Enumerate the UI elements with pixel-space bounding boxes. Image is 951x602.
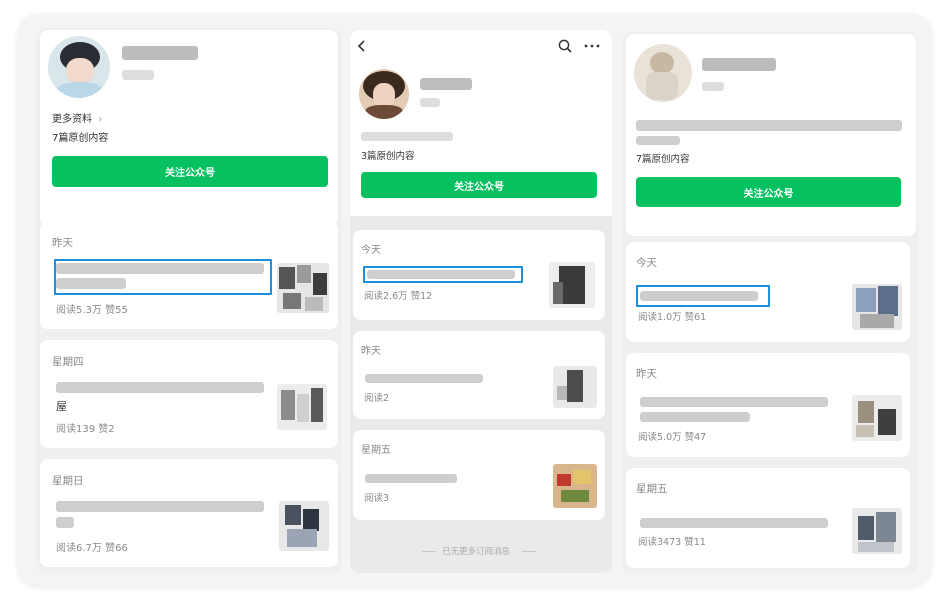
right-article-card-2[interactable]: 昨天 阅读5.0万 赞47: [626, 353, 910, 457]
right-article-3-day: 星期五: [636, 483, 668, 495]
middle-article-1-highlight: [363, 266, 523, 283]
middle-article-3-day: 星期五: [361, 445, 391, 456]
right-article-1-highlight: [636, 285, 770, 307]
left-article-1-day: 昨天: [52, 237, 73, 249]
left-article-card-3[interactable]: 星期日 阅读6.7万 赞66: [40, 459, 338, 567]
right-article-3-stats: 阅读3473 赞11: [638, 537, 706, 548]
left-account-sub: [122, 70, 154, 80]
left-avatar[interactable]: [48, 36, 110, 98]
left-article-3-stats: 阅读6.7万 赞66: [56, 543, 128, 554]
middle-avatar[interactable]: [359, 69, 409, 119]
right-account-name: [702, 58, 776, 71]
middle-article-2-title: [365, 374, 483, 383]
right-article-card-3[interactable]: 星期五 阅读3473 赞11: [626, 468, 910, 568]
left-article-2-title: [56, 382, 264, 393]
middle-article-2-day: 昨天: [361, 346, 381, 357]
middle-profile-card: 3篇原创内容 关注公众号: [350, 30, 612, 216]
right-article-2-thumbnail: [852, 395, 902, 441]
middle-article-3-title: [365, 474, 457, 483]
right-article-1-day: 今天: [636, 257, 657, 269]
right-follow-button[interactable]: 关注公众号: [636, 177, 901, 207]
right-article-card-1[interactable]: 今天 阅读1.0万 赞61: [626, 242, 910, 342]
middle-footer-divider-right: [522, 551, 536, 552]
right-article-1-stats: 阅读1.0万 赞61: [638, 312, 707, 323]
left-article-2-day: 星期四: [52, 356, 84, 368]
left-article-3-title: [56, 501, 264, 512]
middle-article-card-3[interactable]: 星期五 阅读3: [353, 430, 605, 520]
search-icon[interactable]: [558, 39, 572, 53]
left-article-2-stats: 阅读139 赞2: [56, 424, 115, 435]
right-account-panel: 7篇原创内容 关注公众号 今天 阅读1.0万 赞61 昨天 阅读5.0万 赞47…: [622, 32, 918, 573]
right-account-intro: [636, 120, 902, 131]
left-account-panel: 更多资料 › 7篇原创内容 关注公众号 昨天 阅读5.3万 赞55 星期四 屋 …: [36, 28, 342, 573]
middle-article-1-stats: 阅读2.6万 赞12: [364, 291, 433, 302]
more-dots-icon[interactable]: [584, 43, 600, 49]
middle-article-1-thumbnail: [549, 262, 595, 308]
left-article-card-2[interactable]: 星期四 屋 阅读139 赞2: [40, 340, 338, 448]
right-avatar[interactable]: [634, 44, 692, 102]
left-follow-button[interactable]: 关注公众号: [52, 156, 328, 187]
left-article-2-thumbnail: [277, 384, 327, 430]
right-article-3-title: [640, 518, 828, 528]
right-original-count: 7篇原创内容: [636, 154, 690, 165]
left-profile-card: 更多资料 › 7篇原创内容 关注公众号: [40, 30, 338, 226]
left-article-1-stats: 阅读5.3万 赞55: [56, 305, 128, 316]
middle-follow-button[interactable]: 关注公众号: [361, 172, 597, 198]
right-article-1-thumbnail: [852, 284, 902, 330]
right-account-sub: [702, 82, 724, 91]
left-original-count: 7篇原创内容: [52, 133, 109, 144]
left-article-card-1[interactable]: 昨天 阅读5.3万 赞55: [40, 221, 338, 329]
left-more-info-link[interactable]: 更多资料 ›: [52, 110, 102, 125]
left-article-3-day: 星期日: [52, 475, 84, 487]
middle-account-sub: [420, 98, 440, 107]
middle-account-panel: 3篇原创内容 关注公众号 今天 阅读2.6万 赞12 昨天 阅读2 星期五 阅读…: [350, 30, 612, 573]
middle-original-count: 3篇原创内容: [361, 151, 415, 162]
middle-footer-divider-left: [422, 551, 436, 552]
middle-article-2-thumbnail: [553, 366, 597, 408]
right-article-2-day: 昨天: [636, 368, 657, 380]
middle-account-name: [420, 78, 472, 90]
right-article-2-stats: 阅读5.0万 赞47: [638, 432, 707, 443]
middle-article-2-stats: 阅读2: [364, 393, 390, 404]
middle-article-3-thumbnail: [553, 464, 597, 508]
middle-article-3-stats: 阅读3: [364, 493, 390, 504]
right-article-2-title: [640, 397, 828, 407]
middle-article-card-2[interactable]: 昨天 阅读2: [353, 331, 605, 419]
right-profile-card: 7篇原创内容 关注公众号: [626, 34, 916, 236]
left-account-name: [122, 46, 198, 60]
chevron-right-icon: ›: [98, 114, 103, 125]
left-article-1-highlight: [54, 259, 272, 295]
left-article-3-thumbnail: [279, 501, 329, 551]
left-article-1-thumbnail: [277, 263, 329, 313]
middle-no-more-footer: 已无更多订阅消息: [442, 547, 511, 557]
middle-account-intro[interactable]: [361, 132, 453, 141]
right-article-3-thumbnail: [852, 508, 902, 554]
middle-article-1-day: 今天: [361, 245, 381, 256]
chevron-left-icon[interactable]: [356, 39, 368, 53]
middle-article-card-1[interactable]: 今天 阅读2.6万 赞12: [353, 230, 605, 320]
left-article-2-title-tail: 屋: [56, 400, 67, 413]
